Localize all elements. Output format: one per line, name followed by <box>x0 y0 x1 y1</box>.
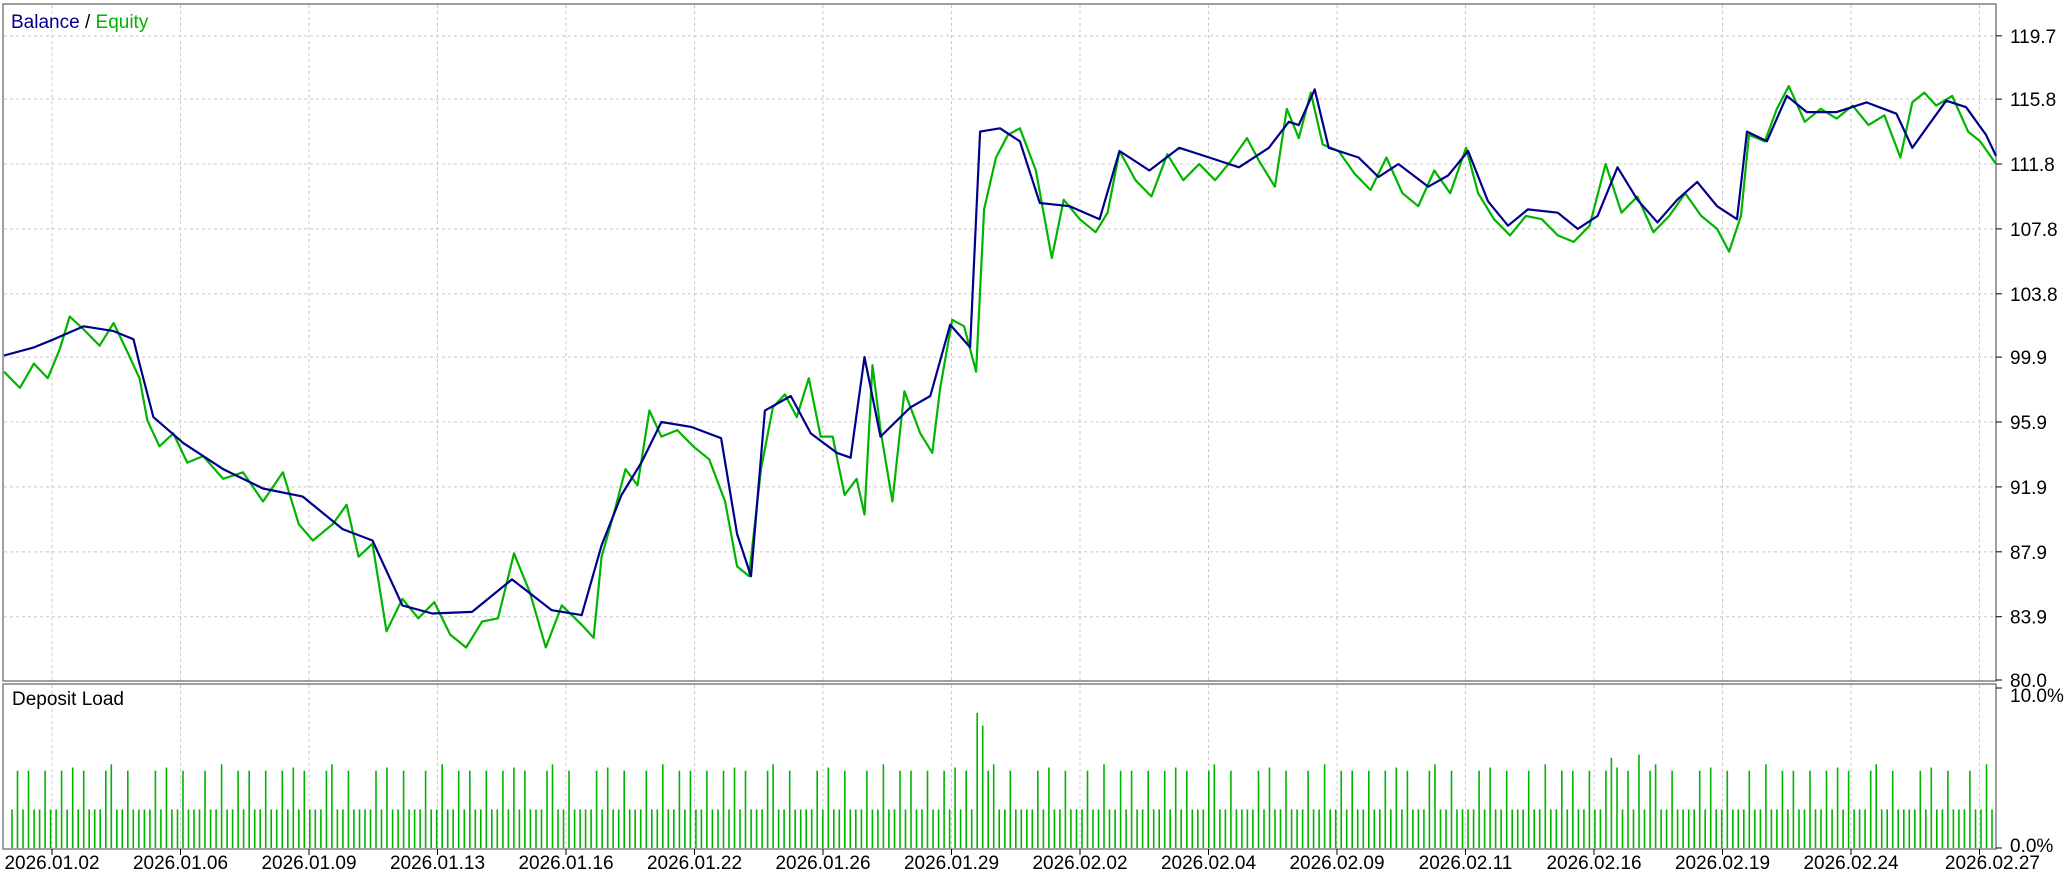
svg-text:Balance / Equity: Balance / Equity <box>11 12 149 33</box>
x-tick-label: 2026.02.24 <box>1803 853 1899 871</box>
deposit-load-title: Deposit Load <box>12 689 124 710</box>
x-tick-label: 2026.01.26 <box>775 853 870 871</box>
x-tick-label: 2026.01.29 <box>904 853 999 871</box>
y-tick-label: 119.7 <box>2010 27 2056 48</box>
x-tick-label: 2026.01.13 <box>390 853 485 871</box>
deposit-load-panel: Deposit Load 10.0%0.0% <box>2 683 2064 857</box>
x-tick-label: 2026.02.04 <box>1161 853 1257 871</box>
x-tick-label: 2026.01.09 <box>261 853 356 871</box>
legend-entry-balance: Balance <box>11 12 80 33</box>
y-tick-label: 87.9 <box>2010 543 2047 564</box>
y-tick-label: 111.8 <box>2010 155 2055 176</box>
x-tick-label: 2026.01.02 <box>4 853 99 871</box>
x-tick-label: 2026.01.22 <box>647 853 742 871</box>
y-tick-label: 95.9 <box>2010 413 2047 434</box>
x-tick-label: 2026.01.06 <box>133 853 228 871</box>
x-tick-label: 2026.02.19 <box>1675 853 1770 871</box>
balance-equity-panel: 119.7 115.8 111.8 107.8 103.8 99.9 95.9 91.9 87.… <box>2 3 2058 692</box>
legend-separator: / <box>80 12 96 33</box>
legend-entry-equity: Equity <box>96 12 149 33</box>
y-tick-label: 91.9 <box>2010 478 2047 499</box>
x-tick-label: 2026.02.09 <box>1289 853 1384 871</box>
y-tick-label: 103.8 <box>2010 285 2058 306</box>
x-tick-label: 2026.02.02 <box>1032 853 1127 871</box>
deposit-y-tick-label: 10.0% <box>2010 686 2064 707</box>
y-tick-label: 83.9 <box>2010 608 2047 629</box>
y-tick-label: 115.8 <box>2010 90 2056 111</box>
x-tick-label: 2026.01.16 <box>518 853 613 871</box>
x-tick-label: 2026.02.11 <box>1419 853 1513 871</box>
balance-equity-chart: 119.7 115.8 111.8 107.8 103.8 99.9 95.9 91.9 87.… <box>0 0 2065 871</box>
legend: Balance / Equity <box>11 12 149 33</box>
x-tick-label: 2026.02.27 <box>1945 853 2040 871</box>
main-plot-border <box>2 3 1997 682</box>
y-tick-label: 107.8 <box>2010 220 2058 241</box>
y-tick-label: 99.9 <box>2010 348 2047 369</box>
x-tick-label: 2026.02.16 <box>1546 853 1641 871</box>
